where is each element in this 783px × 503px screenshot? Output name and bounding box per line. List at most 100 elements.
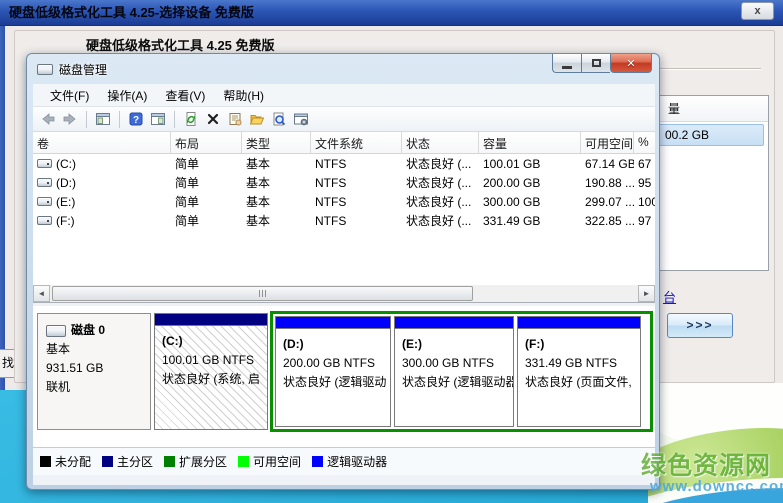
volume-name-cell: (E:) — [33, 192, 171, 211]
delete-icon[interactable] — [204, 110, 222, 128]
menu-item-0[interactable]: 文件(F) — [41, 84, 98, 107]
properties-icon[interactable] — [226, 110, 244, 128]
help-icon[interactable]: ? — [127, 110, 145, 128]
minimize-button[interactable] — [552, 54, 581, 73]
partition-size: 200.00 GB NTFS — [283, 354, 390, 373]
toolbar: ? — [33, 107, 655, 132]
volume-cell: 简单 — [171, 173, 242, 192]
volume-cell: 97 — [634, 211, 655, 230]
partition-c-block[interactable]: (C:) 100.01 GB NTFS 状态良好 (系统, 启 — [154, 313, 268, 430]
volume-cell: NTFS — [311, 192, 402, 211]
help-topics-icon[interactable] — [292, 110, 310, 128]
legend-bar: 未分配主分区扩展分区可用空间逻辑驱动器 — [33, 447, 655, 475]
volume-row[interactable]: (E:)简单基本NTFS状态良好 (...300.00 GB299.07 ...… — [33, 192, 655, 211]
minimize-icon — [562, 66, 572, 69]
scrollbar-thumb[interactable] — [52, 286, 473, 301]
menu-bar: 文件(F)操作(A)查看(V)帮助(H) — [33, 84, 655, 107]
disk-size: 931.51 GB — [46, 359, 150, 378]
partition-size: 100.01 GB NTFS — [162, 351, 267, 370]
refresh-icon[interactable] — [182, 110, 200, 128]
menu-item-3[interactable]: 帮助(H) — [214, 84, 273, 107]
partition-size: 300.00 GB NTFS — [402, 354, 513, 373]
volume-row[interactable]: (C:)简单基本NTFS状态良好 (...100.01 GB67.14 GB67 — [33, 154, 655, 173]
volume-cell: NTFS — [311, 211, 402, 230]
svg-text:?: ? — [133, 115, 139, 126]
extended-partition-container: (D:)200.00 GB NTFS状态良好 (逻辑驱动(E:)300.00 G… — [270, 311, 653, 432]
volume-list-header: 卷布局类型文件系统状态容量可用空间% — [33, 132, 655, 154]
column-header-3[interactable]: 文件系统 — [311, 132, 402, 154]
volume-row[interactable]: (F:)简单基本NTFS状态良好 (...331.49 GB322.85 ...… — [33, 211, 655, 230]
volume-cell: 95 — [634, 173, 655, 192]
volume-cell: 67.14 GB — [581, 154, 634, 173]
legend-label: 可用空间 — [253, 453, 301, 470]
volume-cell: 200.00 GB — [479, 173, 581, 192]
tool-window-heading: 硬盘低级格式化工具 4.25 免费版 — [86, 35, 275, 54]
disk-type: 基本 — [46, 340, 150, 359]
toolbar-separator — [174, 111, 175, 128]
volume-cell: 100.01 GB — [479, 154, 581, 173]
toolbar-separator — [86, 111, 87, 128]
legend-item: 可用空间 — [238, 453, 301, 470]
column-header-5[interactable]: 容量 — [479, 132, 581, 154]
scroll-left-arrow[interactable]: ◄ — [33, 285, 50, 302]
volume-cell: 状态良好 (... — [402, 192, 479, 211]
toolbar-separator — [119, 111, 120, 128]
volume-cell: 基本 — [242, 211, 311, 230]
disk-status: 联机 — [46, 378, 150, 397]
volume-cell: 状态良好 (... — [402, 154, 479, 173]
forward-icon[interactable] — [61, 110, 79, 128]
partition-block-f[interactable]: (F:)331.49 GB NTFS状态良好 (页面文件, — [517, 316, 641, 427]
column-header-7[interactable]: % — [634, 132, 655, 154]
disk-icon — [46, 325, 66, 337]
partition-topbar — [395, 317, 513, 329]
partition-status: 状态良好 (系统, 启 — [162, 370, 267, 389]
column-header-2[interactable]: 类型 — [242, 132, 311, 154]
volume-name-cell: (D:) — [33, 173, 171, 192]
scroll-right-arrow[interactable]: ► — [638, 285, 655, 302]
continue-button[interactable]: >>> — [667, 313, 733, 338]
volume-cell: 状态良好 (... — [402, 173, 479, 192]
column-header-4[interactable]: 状态 — [402, 132, 479, 154]
outer-close-button[interactable]: x — [741, 2, 774, 20]
partition-name: (D:) — [283, 335, 390, 354]
column-header-0[interactable]: 卷 — [33, 132, 171, 154]
partition-block-e[interactable]: (E:)300.00 GB NTFS状态良好 (逻辑驱动器 — [394, 316, 514, 427]
disk-window-titlebar[interactable]: 磁盘管理 ✕ — [27, 54, 659, 84]
maximize-button[interactable] — [581, 54, 610, 73]
partition-block-d[interactable]: (D:)200.00 GB NTFS状态良好 (逻辑驱动 — [275, 316, 391, 427]
partition-name: (C:) — [162, 332, 267, 351]
partial-link[interactable]: 台 — [663, 287, 676, 306]
legend-color-swatch — [164, 456, 175, 467]
legend-color-swatch — [312, 456, 323, 467]
disk-graph-pane: 磁盘 0 基本 931.51 GB 联机 (C:) 100.01 GB NTFS… — [33, 307, 655, 447]
disk0-info-panel[interactable]: 磁盘 0 基本 931.51 GB 联机 — [37, 313, 151, 430]
column-header-1[interactable]: 布局 — [171, 132, 242, 154]
menu-item-1[interactable]: 操作(A) — [98, 84, 156, 107]
back-icon[interactable] — [39, 110, 57, 128]
volume-name-cell: (C:) — [33, 154, 171, 173]
console-tree-icon[interactable] — [94, 110, 112, 128]
legend-label: 未分配 — [55, 453, 91, 470]
close-button[interactable]: ✕ — [610, 54, 652, 73]
volume-name-cell: (F:) — [33, 211, 171, 230]
menu-item-2[interactable]: 查看(V) — [156, 84, 214, 107]
open-folder-icon[interactable] — [248, 110, 266, 128]
column-header-6[interactable]: 可用空间 — [581, 132, 634, 154]
volume-cell: 基本 — [242, 154, 311, 173]
maximize-icon — [592, 59, 601, 67]
legend-item: 扩展分区 — [164, 453, 227, 470]
find-icon[interactable] — [270, 110, 288, 128]
volume-cell: 67 — [634, 154, 655, 173]
partition-status: 状态良好 (页面文件, — [525, 373, 640, 392]
watermark-site-name: 绿色资源网 — [641, 446, 771, 482]
horizontal-scrollbar[interactable]: ◄ ► — [33, 285, 655, 302]
legend-item: 未分配 — [40, 453, 91, 470]
watermark-site-url: www.downcc.com — [650, 478, 783, 495]
volume-cell: 基本 — [242, 173, 311, 192]
volume-row[interactable]: (D:)简单基本NTFS状态良好 (...200.00 GB190.88 ...… — [33, 173, 655, 192]
volume-cell: 状态良好 (... — [402, 211, 479, 230]
partition-size: 331.49 GB NTFS — [525, 354, 640, 373]
partition-name: (F:) — [525, 335, 640, 354]
volume-cell: 100 — [634, 192, 655, 211]
action-pane-icon[interactable] — [149, 110, 167, 128]
